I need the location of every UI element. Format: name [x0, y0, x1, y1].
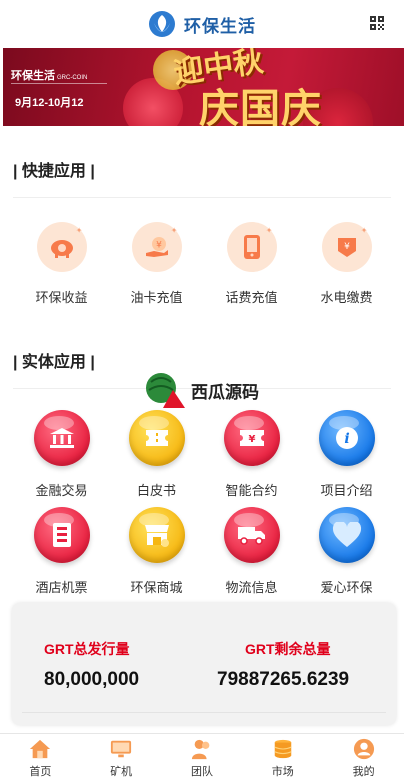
- grt-issued-label: GRT总发行量: [44, 641, 130, 657]
- entity-item-label: 白皮书: [136, 483, 176, 498]
- entity-item-love-eco[interactable]: 爱心环保: [299, 507, 394, 596]
- entity-item-whitepaper[interactable]: 白皮书: [109, 410, 204, 499]
- team-icon: [191, 739, 210, 760]
- app-title: 环保生活: [184, 16, 256, 36]
- app-header: 环保生活: [0, 0, 404, 48]
- banner-date: 9月12-10月12: [15, 97, 84, 109]
- qr-code-icon[interactable]: [370, 16, 384, 30]
- nav-label: 我的: [352, 766, 375, 778]
- bank-icon: [33, 410, 90, 466]
- entity-item-label: 金融交易: [35, 483, 88, 498]
- monitor-icon: [111, 740, 132, 758]
- entity-item-label: 爱心环保: [320, 580, 373, 595]
- nav-item-market[interactable]: 市场: [242, 734, 323, 779]
- grt-stats-card: GRT总发行量 80,000,000 GRT剩余总量 79887265.6239: [12, 603, 396, 725]
- quick-apps-title: | 快捷应用 |: [13, 163, 95, 180]
- entity-apps-title: | 实体应用 |: [13, 354, 95, 371]
- grt-remaining-label: GRT剩余总量: [245, 641, 331, 657]
- nav-label: 市场: [271, 766, 294, 778]
- hotel-icon: [33, 507, 90, 563]
- entity-item-label: 酒店机票: [35, 580, 88, 595]
- quick-apps: ✦ 环保收益 ✦ ¥ 油卡充值 ✦ 话费充值 ✦ ¥ 水电缴费: [14, 222, 394, 306]
- grt-issued-value: 80,000,000: [44, 669, 140, 690]
- watermark-text: 西瓜源码: [191, 382, 259, 402]
- quick-item-label: 环保收益: [35, 290, 88, 305]
- promo-banner[interactable]: 环保生活 GRC-COIN 9月12-10月12 迎中秋 庆国庆: [3, 48, 404, 126]
- svg-text:¥: ¥: [156, 241, 162, 251]
- entity-item-smart-contract[interactable]: ¥ 智能合约: [204, 410, 299, 499]
- quick-item-utility-bill[interactable]: ✦ ¥ 水电缴费: [299, 222, 394, 306]
- grt-remaining-value: 79887265.6239: [217, 669, 350, 690]
- entity-apps-row-1: 金融交易 白皮书 ¥ 智能合约 i 项目介绍: [14, 410, 394, 499]
- entity-item-logistics[interactable]: 物流信息: [204, 507, 299, 596]
- card-divider: [22, 712, 386, 713]
- coins-icon: [274, 739, 292, 759]
- user-icon: [353, 738, 374, 760]
- entity-item-label: 智能合约: [225, 483, 278, 498]
- entity-item-eco-mall[interactable]: 环保商城: [109, 507, 204, 596]
- svg-text:¥: ¥: [248, 434, 255, 445]
- banner-headline-2: 庆国庆: [199, 85, 322, 126]
- contract-icon: ¥: [223, 410, 280, 466]
- entity-item-label: 项目介绍: [320, 483, 373, 498]
- phone-icon: ✦: [226, 222, 277, 272]
- truck-icon: [223, 507, 280, 563]
- entity-item-finance[interactable]: 金融交易: [14, 410, 109, 499]
- entity-item-label: 环保商城: [130, 580, 183, 595]
- bill-icon: ✦ ¥: [321, 222, 372, 272]
- watermelon-icon: [146, 373, 185, 408]
- quick-item-label: 水电缴费: [320, 290, 373, 305]
- quick-item-eco-income[interactable]: ✦ 环保收益: [14, 222, 109, 306]
- quick-item-label: 话费充值: [225, 290, 278, 305]
- entity-item-hotel-flight[interactable]: 酒店机票: [14, 507, 109, 596]
- info-icon: i: [318, 410, 375, 466]
- nav-item-team[interactable]: 团队: [162, 734, 243, 779]
- nav-item-home[interactable]: 首页: [0, 734, 81, 779]
- nav-item-mine[interactable]: 我的: [323, 734, 404, 779]
- banner-divider: [11, 83, 107, 84]
- nav-label: 首页: [29, 766, 52, 778]
- entity-apps-row-2: 酒店机票 环保商城 物流信息 爱心环保: [14, 507, 394, 596]
- nav-label: 团队: [190, 766, 213, 778]
- bottom-nav: 首页 矿机 团队 市场 我的: [0, 733, 404, 779]
- eco-logo-icon: [149, 11, 175, 37]
- section-divider: [13, 197, 391, 198]
- quick-item-fuel-card[interactable]: ✦ ¥ 油卡充值: [109, 222, 204, 306]
- heart-icon: [318, 507, 375, 563]
- svg-text:i: i: [344, 431, 349, 447]
- home-icon: [30, 739, 51, 759]
- svg-text:¥: ¥: [344, 242, 350, 252]
- entity-item-label: 物流信息: [225, 580, 278, 595]
- grt-issued-stat: GRT总发行量 80,000,000: [44, 639, 139, 691]
- nav-label: 矿机: [110, 766, 133, 778]
- hand-coin-icon: ✦ ¥: [131, 222, 182, 272]
- shop-icon: [128, 507, 185, 563]
- piggy-bank-icon: ✦: [36, 222, 87, 272]
- entity-item-project-intro[interactable]: i 项目介绍: [299, 410, 394, 499]
- quick-item-label: 油卡充值: [130, 290, 183, 305]
- grt-remaining-stat: GRT剩余总量 79887265.6239: [217, 639, 349, 691]
- banner-brand: 环保生活 GRC-COIN: [11, 70, 88, 82]
- quick-item-phone-topup[interactable]: ✦ 话费充值: [204, 222, 299, 306]
- ticket-icon: [128, 410, 185, 466]
- brand: 环保生活: [148, 10, 256, 38]
- nav-item-miner[interactable]: 矿机: [81, 734, 162, 779]
- watermark: 西瓜源码: [143, 370, 259, 410]
